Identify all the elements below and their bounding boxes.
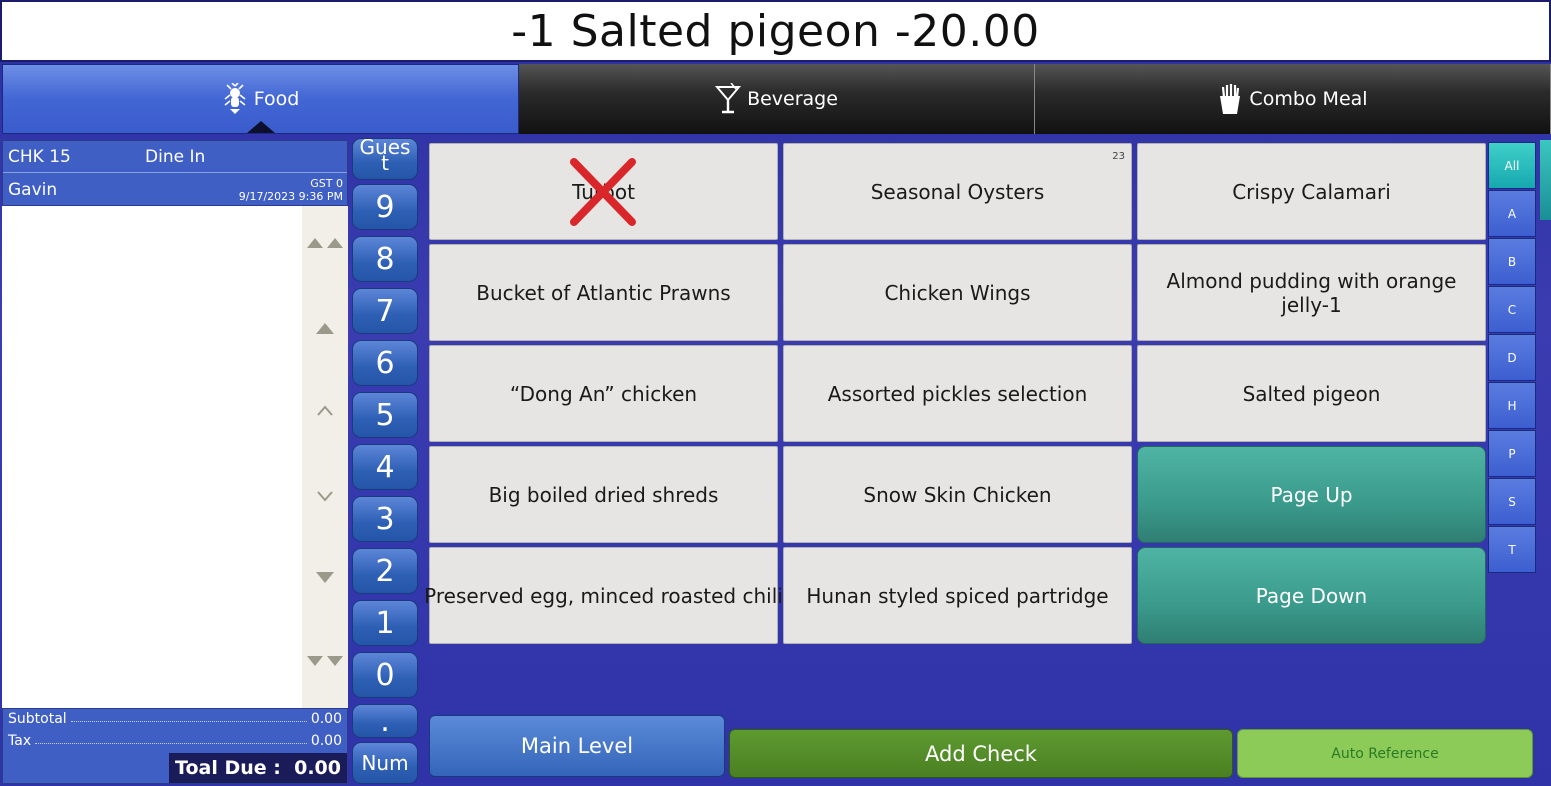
menu-item-label: Crispy Calamari — [1232, 179, 1391, 204]
index-t[interactable]: T — [1488, 526, 1536, 573]
tab-combo-meal-label: Combo Meal — [1249, 88, 1368, 110]
menu-item-label: Preserved egg, minced roasted chili — [424, 583, 783, 608]
menu-item-label: Almond pudding with orange jelly-1 — [1166, 268, 1457, 317]
index-s[interactable]: S — [1488, 478, 1536, 525]
index-d[interactable]: D — [1488, 334, 1536, 381]
menu-item-label: “Dong An” chicken — [509, 381, 698, 406]
scroll-line-up-button[interactable] — [302, 402, 348, 421]
item-count-badge: 23 — [1112, 151, 1125, 162]
cocktail-icon — [715, 83, 742, 114]
chevron-up-icon — [317, 405, 333, 416]
check-panel: CHK 15 Dine In Gavin GST 0 9/17/2023 9:3… — [2, 140, 348, 784]
index-all[interactable]: All — [1488, 142, 1536, 189]
menu-item-hunan-spiced-partridge[interactable]: Hunan styled spiced partridge — [783, 547, 1132, 644]
key-5[interactable]: 5 — [352, 392, 418, 438]
menu-item-label: Seasonal Oysters — [870, 179, 1045, 204]
key-9[interactable]: 9 — [352, 184, 418, 230]
last-action-text: -1 Salted pigeon -20.00 — [511, 5, 1040, 57]
check-header: CHK 15 Dine In Gavin GST 0 9/17/2023 9:3… — [2, 140, 348, 206]
index-p[interactable]: P — [1488, 430, 1536, 477]
tab-beverage[interactable]: Beverage — [519, 64, 1035, 134]
subtotal-value: 0.00 — [310, 711, 342, 727]
auto-reference-button[interactable]: Auto Reference — [1237, 729, 1533, 778]
server-name: Gavin — [8, 179, 58, 200]
check-scroll-bar — [302, 206, 348, 708]
chevron-down-icon — [317, 491, 333, 502]
menu-item-dong-an-chicken[interactable]: “Dong An” chicken — [429, 345, 778, 442]
key-1[interactable]: 1 — [352, 600, 418, 646]
index-c[interactable]: C — [1488, 286, 1536, 333]
menu-item-label: Big boiled dried shreds — [488, 482, 719, 507]
menu-item-label: Chicken Wings — [884, 280, 1031, 305]
menu-item-label: Snow Skin Chicken — [863, 482, 1052, 507]
key-7[interactable]: 7 — [352, 288, 418, 334]
unavailable-x-icon — [570, 158, 636, 226]
tab-combo-meal[interactable]: Combo Meal — [1035, 64, 1551, 134]
num-key[interactable]: Num — [352, 742, 418, 784]
menu-item-label: Bucket of Atlantic Prawns — [476, 280, 731, 305]
up-arrow-icon — [316, 323, 334, 334]
menu-item-turbot[interactable]: Turbot — [429, 143, 778, 240]
index-b[interactable]: B — [1488, 238, 1536, 285]
scroll-top-button[interactable] — [302, 234, 348, 254]
key-3[interactable]: 3 — [352, 496, 418, 542]
tab-food[interactable]: Food — [2, 64, 519, 134]
scroll-page-up-button[interactable] — [302, 320, 348, 340]
tax-label: Tax — [8, 733, 32, 749]
key-decimal[interactable]: . — [352, 704, 418, 739]
fries-icon — [1220, 84, 1241, 114]
guest-count: GST 0 — [310, 177, 343, 190]
menu-item-assorted-pickles[interactable]: Assorted pickles selection — [783, 345, 1132, 442]
menu-item-seasonal-oysters[interactable]: Seasonal Oysters 23 — [783, 143, 1132, 240]
guest-key[interactable]: Gues t — [352, 138, 418, 180]
menu-item-bucket-of-atlantic-prawns[interactable]: Bucket of Atlantic Prawns — [429, 244, 778, 341]
tax-value: 0.00 — [310, 733, 342, 749]
scroll-line-down-button[interactable] — [302, 488, 348, 507]
add-check-button[interactable]: Add Check — [729, 729, 1233, 778]
check-datetime: 9/17/2023 9:36 PM — [238, 190, 343, 203]
tab-food-label: Food — [253, 88, 300, 110]
menu-item-label: Assorted pickles selection — [827, 381, 1088, 406]
total-due: Toal Due : 0.00 — [169, 753, 347, 783]
menu-item-crispy-calamari[interactable]: Crispy Calamari — [1137, 143, 1486, 240]
menu-item-label: Hunan styled spiced partridge — [806, 583, 1109, 608]
category-tabs: Food Beverage Combo Meal — [2, 64, 1551, 134]
index-h[interactable]: H — [1488, 382, 1536, 429]
scroll-bottom-button[interactable] — [302, 654, 348, 674]
key-4[interactable]: 4 — [352, 444, 418, 490]
down-arrow-icon — [316, 572, 334, 583]
tab-beverage-label: Beverage — [747, 88, 838, 110]
order-status-bar: -1 Salted pigeon -20.00 — [0, 0, 1551, 62]
menu-item-almond-pudding[interactable]: Almond pudding with orange jelly-1 — [1137, 244, 1486, 341]
key-6[interactable]: 6 — [352, 340, 418, 386]
main-level-button[interactable]: Main Level — [429, 715, 725, 777]
order-type: Dine In — [145, 146, 206, 167]
menu-item-chicken-wings[interactable]: Chicken Wings — [783, 244, 1132, 341]
menu-item-salted-pigeon[interactable]: Salted pigeon — [1137, 345, 1486, 442]
page-down-label: Page Down — [1255, 583, 1368, 608]
scroll-page-down-button[interactable] — [302, 570, 348, 590]
double-up-arrow-icon — [307, 238, 343, 248]
menu-item-snow-skin-chicken[interactable]: Snow Skin Chicken — [783, 446, 1132, 543]
menu-item-preserved-egg[interactable]: Preserved egg, minced roasted chili — [424, 547, 783, 644]
page-up-button[interactable]: Page Up — [1137, 446, 1486, 543]
key-8[interactable]: 8 — [352, 236, 418, 282]
lobster-icon — [224, 83, 246, 114]
side-drawer-handle[interactable] — [1540, 140, 1551, 220]
menu-item-label: Salted pigeon — [1242, 381, 1381, 406]
check-totals: Subtotal 0.00 Tax 0.00 Toal Due : 0.00 — [2, 708, 348, 784]
subtotal-label: Subtotal — [8, 711, 67, 727]
check-item-list[interactable] — [2, 206, 348, 708]
key-2[interactable]: 2 — [352, 548, 418, 594]
index-a[interactable]: A — [1488, 190, 1536, 237]
check-number: CHK 15 — [8, 146, 71, 167]
menu-item-big-boiled-dried-shreds[interactable]: Big boiled dried shreds — [429, 446, 778, 543]
page-up-label: Page Up — [1270, 482, 1353, 507]
key-0[interactable]: 0 — [352, 652, 418, 698]
page-down-button[interactable]: Page Down — [1137, 547, 1486, 644]
double-down-arrow-icon — [307, 656, 343, 666]
